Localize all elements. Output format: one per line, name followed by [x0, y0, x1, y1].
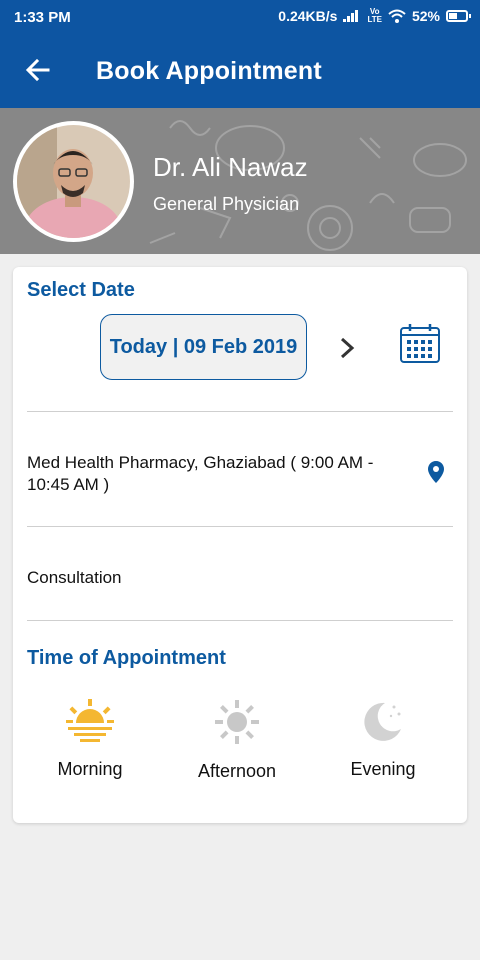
status-indicators: 0.24KB/s Vo LTE 52% [278, 7, 471, 24]
location-pin-icon[interactable] [427, 460, 445, 484]
time-of-appointment-heading: Time of Appointment [27, 647, 226, 669]
network-speed: 0.24KB/s [278, 8, 338, 24]
doctor-avatar [13, 121, 134, 242]
doctor-photo [17, 125, 130, 238]
slot-morning[interactable]: Morning [30, 699, 150, 780]
battery-percent: 52% [411, 8, 440, 24]
wifi-icon [388, 9, 406, 23]
volte-icon: Vo LTE [367, 7, 382, 24]
sunrise-icon [66, 699, 114, 742]
moon-icon [364, 702, 401, 741]
divider [27, 526, 453, 527]
doctor-name: Dr. Ali Nawaz [153, 152, 308, 182]
slot-label: Afternoon [197, 761, 277, 781]
booking-card: Select Date Today | 09 Feb 2019 Med Heal… [13, 267, 467, 823]
sun-icon [215, 700, 259, 744]
service-type[interactable]: Consultation [27, 568, 122, 588]
slot-afternoon[interactable]: Afternoon [177, 699, 297, 782]
date-selector[interactable]: Today | 09 Feb 2019 [100, 314, 307, 380]
slot-label: Evening [350, 759, 416, 779]
arrow-back-icon[interactable] [22, 54, 54, 86]
select-date-heading: Select Date [27, 279, 135, 301]
battery-icon [446, 10, 471, 22]
app-bar: Book Appointment [0, 34, 480, 108]
chevron-right-icon[interactable] [335, 333, 359, 363]
signal-icon [343, 10, 361, 22]
doctor-profile-banner: Dr. Ali Nawaz General Physician [0, 108, 480, 254]
divider [27, 411, 453, 412]
slot-evening[interactable]: Evening [323, 699, 443, 780]
calendar-icon[interactable] [399, 322, 441, 364]
status-bar: 1:33 PM 0.24KB/s Vo LTE 52% [0, 0, 480, 34]
page-title: Book Appointment [96, 57, 322, 85]
time-slot-group: Morning Afternoon Evening [13, 699, 467, 789]
divider [27, 620, 453, 621]
slot-label: Morning [57, 759, 123, 779]
status-time: 1:33 PM [14, 9, 71, 26]
doctor-specialty: General Physician [153, 194, 300, 214]
clinic-location[interactable]: Med Health Pharmacy, Ghaziabad ( 9:00 AM… [27, 452, 417, 496]
